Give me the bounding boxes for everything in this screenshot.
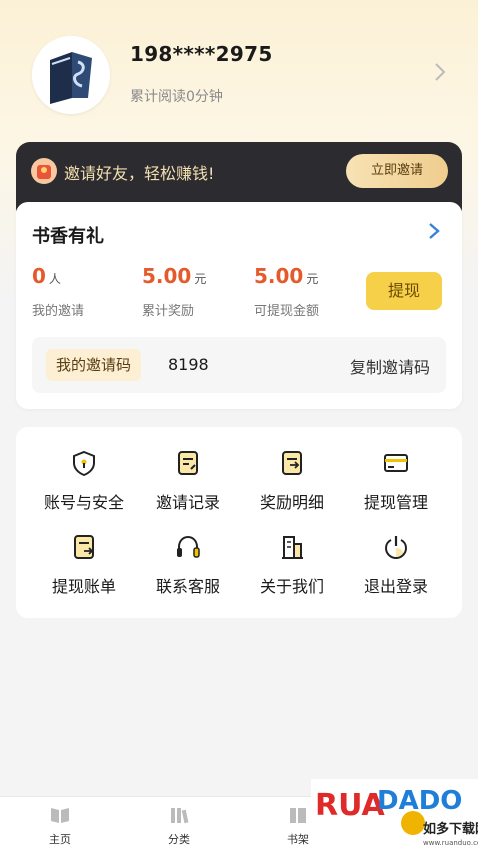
- nav-label: 主页: [49, 833, 71, 846]
- red-envelope-icon: [31, 158, 57, 184]
- ruanduo-logo-icon: RUA DADO 如多下载网 www.ruanduo.com: [311, 779, 478, 850]
- menu-reward-detail[interactable]: 奖励明细: [236, 449, 348, 519]
- stat-value: 5.00: [254, 264, 304, 288]
- nav-category[interactable]: 分类: [139, 805, 219, 847]
- stat-unit: 元: [306, 272, 319, 286]
- watermark-logo: RUA DADO 如多下载网 www.ruanduo.com: [311, 779, 478, 850]
- stat-label: 累计奖励: [142, 304, 195, 319]
- svg-text:www.ruanduo.com: www.ruanduo.com: [423, 839, 478, 847]
- menu-grid: 账号与安全 邀请记录 奖励明细 提现管理 提现账单 联系客服 关于我们 退出登录: [16, 427, 462, 618]
- book-icon: [51, 808, 69, 823]
- power-icon: [384, 536, 408, 560]
- stat-withdrawable: 5.00 元 可提现金额: [254, 264, 319, 319]
- nav-home[interactable]: 主页: [20, 805, 100, 847]
- svg-text:RUA: RUA: [315, 788, 386, 823]
- card-icon: [384, 454, 408, 472]
- menu-withdraw-management[interactable]: 提现管理: [340, 449, 452, 519]
- stat-value: 0: [32, 264, 46, 288]
- menu-logout[interactable]: 退出登录: [340, 533, 452, 603]
- shield-icon: [73, 450, 95, 477]
- withdraw-button[interactable]: 提现: [366, 272, 442, 310]
- read-time: 累计阅读0分钟: [130, 89, 223, 105]
- invite-code-row: 我的邀请码 8198 复制邀请码: [32, 337, 446, 393]
- stat-unit: 元: [194, 272, 207, 286]
- menu-label: 提现管理: [363, 493, 428, 512]
- menu-withdraw-bill[interactable]: 提现账单: [28, 533, 140, 603]
- menu-account-security[interactable]: 账号与安全: [28, 449, 140, 519]
- menu-label: 退出登录: [363, 577, 428, 596]
- stat-value: 5.00: [142, 264, 192, 288]
- stat-total-reward: 5.00 元 累计奖励: [142, 264, 207, 319]
- nav-label: 分类: [168, 833, 190, 846]
- building-icon: [282, 536, 303, 559]
- book-logo-icon: [32, 36, 110, 114]
- stat-unit: 人: [48, 272, 61, 286]
- menu-label: 邀请记录: [155, 493, 220, 512]
- shelf-icon: [290, 808, 306, 823]
- stat-label: 可提现金额: [254, 304, 320, 319]
- copy-code-button[interactable]: 复制邀请码: [350, 354, 430, 378]
- invite-text: 邀请好友，轻松赚钱!: [64, 164, 215, 183]
- profile-header[interactable]: 198****2975 累计阅读0分钟: [0, 0, 478, 140]
- menu-label: 关于我们: [259, 577, 324, 596]
- reward-card: 书香有礼 0人 我的邀请 5.00 元 累计奖励 5.00 元 可提现金额 提现 我…: [16, 202, 462, 409]
- menu-label: 提现账单: [51, 577, 116, 596]
- menu-invite-record[interactable]: 邀请记录: [132, 449, 244, 519]
- menu-label: 奖励明细: [259, 493, 324, 512]
- svg-text:如多下载网: 如多下载网: [423, 821, 478, 837]
- category-icon: [171, 808, 189, 824]
- menu-label: 联系客服: [155, 577, 220, 596]
- bill-icon: [74, 535, 94, 559]
- user-phone: 198****2975: [130, 42, 273, 66]
- menu-about-us[interactable]: 关于我们: [236, 533, 348, 603]
- stat-label: 我的邀请: [32, 304, 85, 319]
- invite-record-icon: [178, 451, 198, 475]
- stat-invites: 0人 我的邀请: [32, 264, 84, 319]
- menu-contact-service[interactable]: 联系客服: [132, 533, 244, 603]
- chevron-right-icon[interactable]: [426, 220, 442, 242]
- invite-code-value: 8198: [168, 355, 209, 374]
- avatar[interactable]: [32, 36, 110, 114]
- reward-title: 书香有礼: [32, 226, 104, 247]
- svg-text:DADO: DADO: [377, 786, 462, 816]
- menu-label: 账号与安全: [43, 493, 124, 512]
- invite-now-button[interactable]: 立即邀请: [346, 154, 448, 188]
- chevron-right-icon[interactable]: [430, 60, 450, 84]
- reward-detail-icon: [282, 451, 302, 475]
- invite-code-label: 我的邀请码: [46, 349, 142, 381]
- headset-icon: [177, 535, 200, 558]
